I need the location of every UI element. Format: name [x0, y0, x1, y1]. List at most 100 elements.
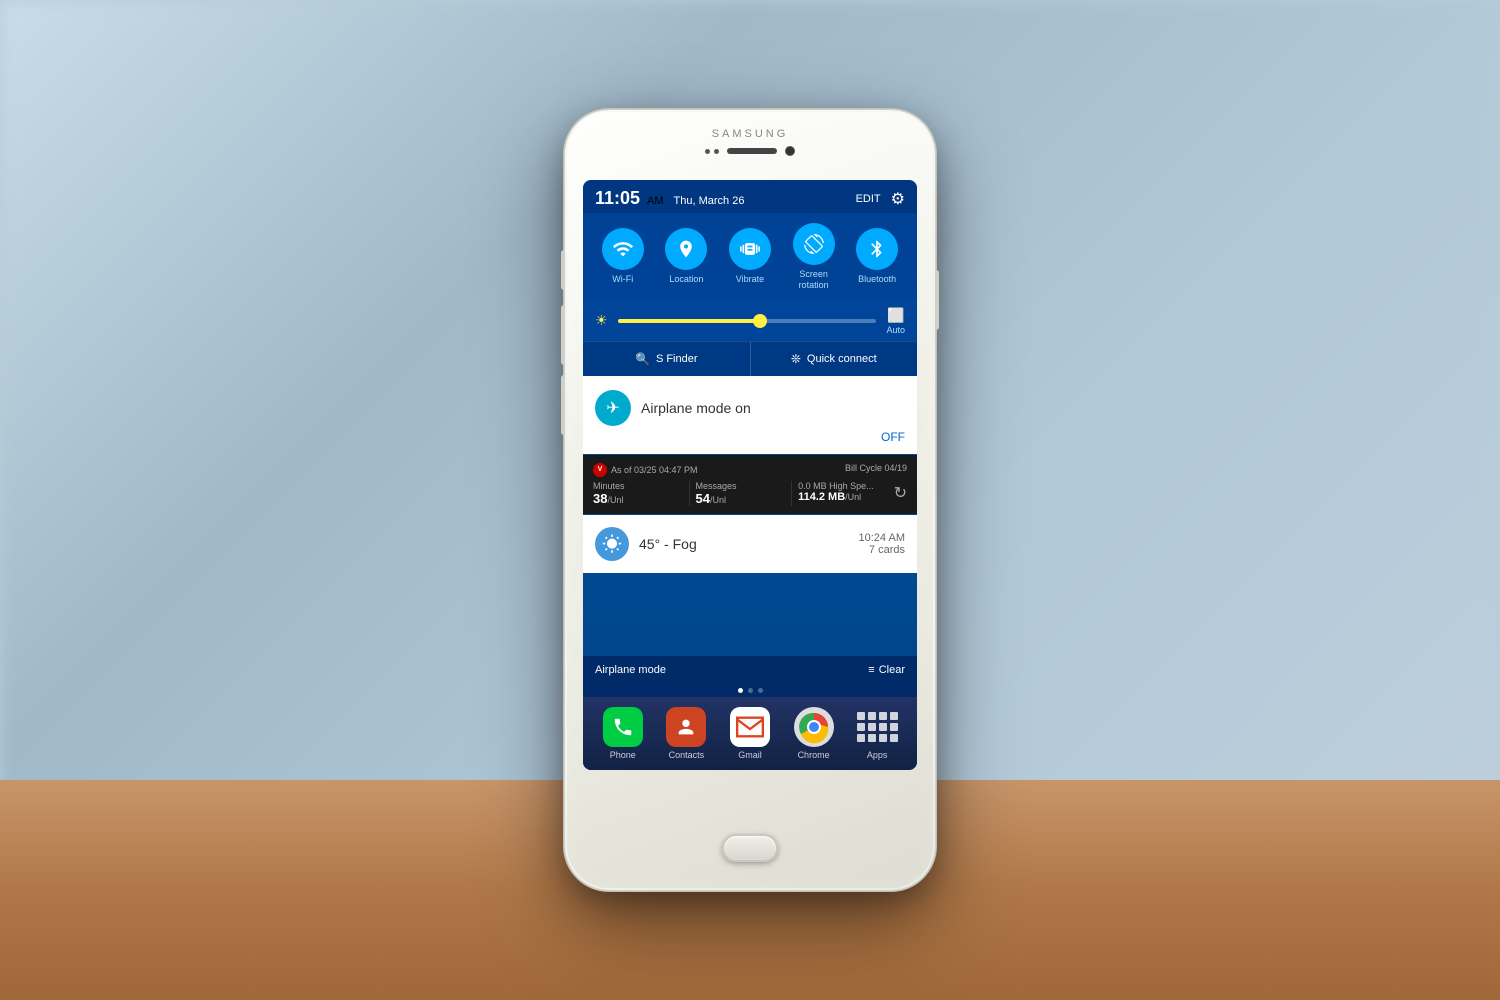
- bill-divider-1: [689, 481, 690, 506]
- verizon-icon: V: [593, 463, 607, 477]
- brightness-slider[interactable]: [618, 319, 877, 323]
- airplane-notification-card[interactable]: ✈ Airplane mode on OFF: [583, 376, 917, 454]
- volume-down-button[interactable]: [561, 305, 565, 365]
- contacts-app-label: Contacts: [669, 750, 705, 760]
- gmail-app-icon: [730, 707, 770, 747]
- bixby-button[interactable]: [561, 375, 565, 435]
- bill-minutes: Minutes 38 /Unl: [593, 481, 683, 506]
- data-label: 0.0 MB High Spe...: [798, 481, 888, 491]
- gmail-app-label: Gmail: [738, 750, 762, 760]
- sfinder-button[interactable]: 🔍 S Finder: [583, 342, 750, 376]
- weather-notification-card[interactable]: 45° - Fog 10:24 AM 7 cards: [583, 515, 917, 573]
- sfinder-label: S Finder: [656, 353, 698, 365]
- contacts-app-icon: [666, 707, 706, 747]
- bill-messages: Messages 54 /Unl: [696, 481, 786, 506]
- home-button-area: [722, 834, 778, 862]
- toggle-bluetooth[interactable]: Bluetooth: [848, 228, 906, 285]
- front-camera: [785, 146, 795, 156]
- finder-row: 🔍 S Finder ❊ Quick connect: [583, 341, 917, 376]
- wifi-icon-circle: [602, 228, 644, 270]
- airplane-mode-label: Airplane mode: [595, 664, 666, 676]
- airplane-off-label[interactable]: OFF: [595, 430, 905, 444]
- messages-label: Messages: [696, 481, 786, 491]
- apps-grid: [857, 712, 898, 742]
- dock-chrome[interactable]: Chrome: [794, 707, 834, 760]
- minutes-unit: /Unl: [607, 495, 623, 505]
- status-bar: 11:05 AM Thu, March 26 EDIT ⚙: [583, 180, 917, 213]
- toggle-rotation[interactable]: Screen rotation: [785, 223, 843, 291]
- rotation-icon-circle: [793, 223, 835, 265]
- dot-2: [748, 688, 753, 693]
- speaker-grille: [727, 148, 777, 154]
- airplane-icon-circle: ✈: [595, 390, 631, 426]
- dock-contacts[interactable]: Contacts: [666, 707, 706, 760]
- minutes-label: Minutes: [593, 481, 683, 491]
- bill-cycle: Bill Cycle 04/19: [845, 463, 907, 477]
- edit-button[interactable]: EDIT: [856, 193, 881, 205]
- home-button[interactable]: [722, 834, 778, 862]
- quick-toggles: Wi-Fi Location Vib: [583, 213, 917, 301]
- sensor-dot-1: [705, 149, 710, 154]
- auto-icon: ⬜: [887, 307, 904, 324]
- quickconnect-button[interactable]: ❊ Quick connect: [751, 342, 918, 376]
- wifi-label: Wi-Fi: [612, 274, 633, 285]
- dock-gmail[interactable]: Gmail: [730, 707, 770, 760]
- bill-as-of: As of 03/25 04:47 PM: [611, 465, 698, 475]
- clear-button[interactable]: ≡ Clear: [868, 664, 905, 676]
- airplane-title: Airplane mode on: [641, 400, 751, 416]
- apps-icon: [857, 707, 897, 747]
- rotation-icon: [804, 234, 824, 254]
- bottom-notification-bar: Airplane mode ≡ Clear: [583, 656, 917, 684]
- quickconnect-label: Quick connect: [807, 353, 877, 365]
- status-ampm: AM: [647, 195, 664, 207]
- bill-notification-card[interactable]: V As of 03/25 04:47 PM Bill Cycle 04/19 …: [583, 455, 917, 514]
- contacts-icon: [675, 716, 697, 738]
- toggle-vibrate[interactable]: Vibrate: [721, 228, 779, 285]
- status-time: 11:05: [595, 188, 640, 209]
- weather-icon-circle: [595, 527, 629, 561]
- brightness-row: ☀ ⬜ Auto: [583, 301, 917, 341]
- data-value: 114.2 MB: [798, 491, 845, 503]
- bluetooth-label: Bluetooth: [858, 274, 896, 285]
- home-screen-peek: Phone Contacts: [583, 697, 917, 770]
- bill-divider-2: [791, 481, 792, 506]
- clear-label: Clear: [879, 664, 905, 676]
- vibrate-label: Vibrate: [736, 274, 764, 285]
- phone-app-icon: [603, 707, 643, 747]
- bill-data: 0.0 MB High Spe... 114.2 MB /Unl: [798, 481, 888, 503]
- weather-temp: 45° - Fog: [639, 536, 697, 552]
- sensor-dot-2: [714, 149, 719, 154]
- messages-unit: /Unl: [710, 495, 726, 505]
- weather-time: 10:24 AM: [859, 532, 905, 544]
- location-icon: [676, 239, 696, 259]
- brightness-fill: [618, 319, 760, 323]
- dock-phone[interactable]: Phone: [603, 707, 643, 760]
- phone-app-label: Phone: [610, 750, 636, 760]
- brand-label: SAMSUNG: [712, 128, 789, 140]
- settings-icon[interactable]: ⚙: [891, 189, 905, 209]
- search-icon: 🔍: [635, 352, 650, 366]
- notification-panel: 11:05 AM Thu, March 26 EDIT ⚙: [583, 180, 917, 770]
- phone-icon: [612, 716, 634, 738]
- quickconnect-icon: ❊: [791, 352, 801, 366]
- toggle-wifi[interactable]: Wi-Fi: [594, 228, 652, 285]
- vibrate-icon: [740, 239, 760, 259]
- power-button[interactable]: [935, 270, 939, 330]
- brightness-thumb: [753, 314, 767, 328]
- location-icon-circle: [665, 228, 707, 270]
- toggle-location[interactable]: Location: [657, 228, 715, 285]
- phone-device: SAMSUNG 11:05 AM Thu, March 26 EDIT: [565, 110, 935, 890]
- chrome-app-icon: [794, 707, 834, 747]
- brightness-auto[interactable]: ⬜ Auto: [886, 307, 905, 335]
- bluetooth-icon-circle: [856, 228, 898, 270]
- clear-icon: ≡: [868, 664, 874, 676]
- dock-apps[interactable]: Apps: [857, 707, 897, 760]
- phone-screen: 11:05 AM Thu, March 26 EDIT ⚙: [583, 180, 917, 770]
- bluetooth-icon: [867, 239, 887, 259]
- dot-3: [758, 688, 763, 693]
- rotation-label: Screen rotation: [799, 269, 829, 291]
- front-sensors: [705, 146, 795, 156]
- location-label: Location: [669, 274, 703, 285]
- refresh-icon[interactable]: ↻: [894, 483, 907, 503]
- volume-up-button[interactable]: [561, 250, 565, 290]
